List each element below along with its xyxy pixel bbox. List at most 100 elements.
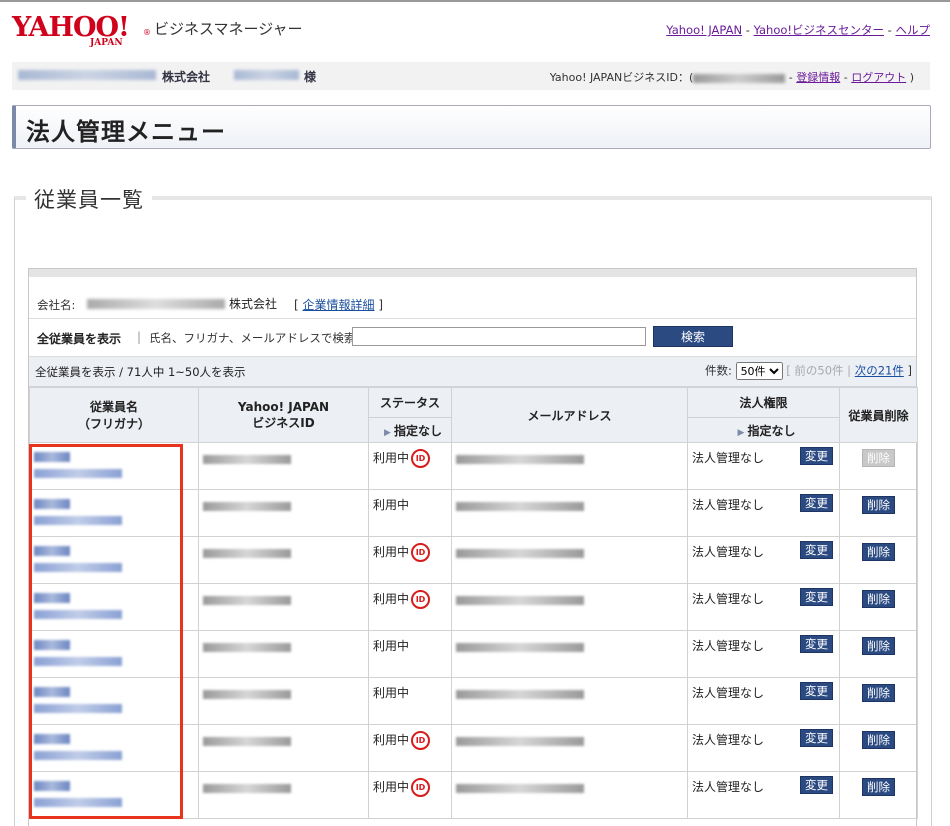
employee-name-link[interactable]: [34, 593, 70, 603]
employee-table: 従業員名 （フリガナ） Yahoo! JAPAN ビジネスID ステータス メールア…: [29, 387, 918, 819]
employee-name-link[interactable]: [34, 687, 70, 697]
delete-button[interactable]: 削除: [862, 778, 895, 796]
delete-cell: 削除: [839, 677, 918, 725]
show-all-employees[interactable]: 全従業員を表示: [37, 330, 121, 347]
change-button[interactable]: 変更: [800, 541, 833, 559]
next-page-link[interactable]: 次の21件: [855, 364, 904, 378]
delete-cell: 削除: [839, 583, 918, 631]
table-row: 利用中 ID 法人管理なし 変更 削除: [29, 771, 918, 819]
delete-button[interactable]: 削除: [862, 543, 895, 561]
employee-kana-link[interactable]: [34, 751, 122, 760]
delete-button[interactable]: 削除: [862, 496, 895, 514]
yahoo-japan-link[interactable]: Yahoo! JAPAN: [666, 23, 742, 37]
table-row: 利用中 法人管理なし 変更 削除: [29, 630, 918, 678]
employee-name-link[interactable]: [34, 546, 70, 556]
header-name: 従業員名 （フリガナ）: [29, 387, 199, 443]
company-suffix: 株式会社: [229, 297, 278, 311]
email-cell: [451, 536, 688, 584]
change-button[interactable]: 変更: [800, 494, 833, 512]
status-filter[interactable]: ▶ 指定なし: [368, 417, 452, 443]
table-row: 利用中 法人管理なし 変更 削除: [29, 489, 918, 537]
pager-sep: |: [847, 363, 852, 378]
employee-name-link[interactable]: [34, 781, 70, 791]
employee-name-link[interactable]: [34, 452, 70, 462]
change-button[interactable]: 変更: [800, 447, 833, 465]
status-cell: 利用中 ID: [368, 442, 452, 490]
id-badge-icon: ID: [411, 778, 431, 797]
logout-link[interactable]: ログアウト: [851, 71, 906, 84]
business-id-cell: [198, 489, 369, 537]
company-suffix: 株式会社: [162, 70, 211, 84]
email-redacted: [456, 502, 584, 511]
search-separator: |: [137, 330, 142, 344]
search-input[interactable]: [352, 327, 646, 346]
user-bar: 株式会社 様 Yahoo! JAPANビジネスID：( - 登録情報 - ログア…: [12, 62, 930, 90]
help-link[interactable]: ヘルプ: [896, 23, 931, 37]
employee-name-cell: [29, 677, 199, 725]
email-cell: [451, 724, 688, 772]
employee-kana-link[interactable]: [34, 704, 122, 713]
status-cell: 利用中 ID: [368, 583, 452, 631]
employee-name-link[interactable]: [34, 734, 70, 744]
status-filter-label: 指定なし: [393, 423, 442, 438]
id-badge-icon: ID: [411, 449, 431, 468]
change-button[interactable]: 変更: [800, 588, 833, 606]
table-row: 利用中 ID 法人管理なし 変更 削除: [29, 724, 918, 772]
employee-kana-link[interactable]: [34, 469, 122, 478]
employee-name-link[interactable]: [34, 499, 70, 509]
email-cell: [451, 677, 688, 725]
status-cell: 利用中 ID: [368, 536, 452, 584]
delete-cell: 削除: [839, 536, 918, 584]
business-id-redacted: [203, 737, 291, 746]
user-name-redacted: [234, 70, 299, 80]
change-button[interactable]: 変更: [800, 729, 833, 747]
yahoo-logo-sub: JAPAN: [90, 38, 123, 48]
business-id-redacted: [203, 549, 291, 558]
email-redacted: [456, 549, 584, 558]
email-redacted: [456, 455, 584, 464]
change-button[interactable]: 変更: [800, 635, 833, 653]
header-bizid: Yahoo! JAPAN ビジネスID: [198, 387, 369, 443]
employee-kana-link[interactable]: [34, 798, 122, 807]
logo-registered-mark: ®: [143, 28, 151, 37]
header-bizid-line1: Yahoo! JAPAN: [237, 399, 330, 414]
permission-cell: 法人管理なし 変更: [687, 489, 840, 537]
employee-kana-link[interactable]: [34, 563, 122, 572]
delete-button[interactable]: 削除: [862, 684, 895, 702]
list-count-text: 全従業員を表示 / 71人中 1~50人を表示: [35, 365, 246, 379]
separator: -: [785, 71, 797, 84]
employee-name-link[interactable]: [34, 640, 70, 650]
delete-button[interactable]: 削除: [862, 590, 895, 608]
count-select[interactable]: 50件: [735, 362, 783, 380]
table-row: 利用中 ID 法人管理なし 変更 削除: [29, 583, 918, 631]
delete-button[interactable]: 削除: [862, 731, 895, 749]
status-text: 利用中: [373, 451, 410, 465]
delete-button[interactable]: 削除: [862, 637, 895, 655]
link-separator: -: [742, 23, 754, 37]
employee-kana-link[interactable]: [34, 516, 122, 525]
id-badge-icon: ID: [411, 543, 431, 562]
menu-title-box: 法人管理メニュー: [12, 105, 931, 149]
list-info-row: 全従業員を表示 / 71人中 1~50人を表示 件数: 50件 [ 前の50件 …: [29, 357, 916, 387]
email-redacted: [456, 690, 584, 699]
table-row: 利用中 ID 法人管理なし 変更 削除: [29, 442, 918, 490]
id-badge-icon: ID: [411, 731, 431, 750]
employee-kana-link[interactable]: [34, 610, 122, 619]
permission-text: 法人管理なし: [692, 686, 765, 700]
business-id-cell: [198, 724, 369, 772]
header-email: メールアドレス: [451, 387, 688, 443]
perm-filter[interactable]: ▶ 指定なし: [687, 417, 840, 443]
change-button[interactable]: 変更: [800, 776, 833, 794]
company-detail-link[interactable]: 企業情報詳細: [303, 298, 375, 312]
account-info-link[interactable]: 登録情報: [796, 71, 840, 84]
permission-text: 法人管理なし: [692, 733, 765, 747]
app-name: ビジネスマネージャー: [154, 20, 303, 38]
company-name-redacted: [87, 299, 225, 309]
business-center-link[interactable]: Yahoo!ビジネスセンター: [754, 23, 884, 37]
status-text: 利用中: [373, 686, 410, 700]
business-id-info: Yahoo! JAPANビジネスID：( - 登録情報 - ログアウト ): [550, 69, 914, 85]
change-button[interactable]: 変更: [800, 682, 833, 700]
employee-kana-link[interactable]: [34, 657, 122, 666]
search-button[interactable]: 検索: [653, 326, 733, 347]
employee-name-cell: [29, 630, 199, 678]
